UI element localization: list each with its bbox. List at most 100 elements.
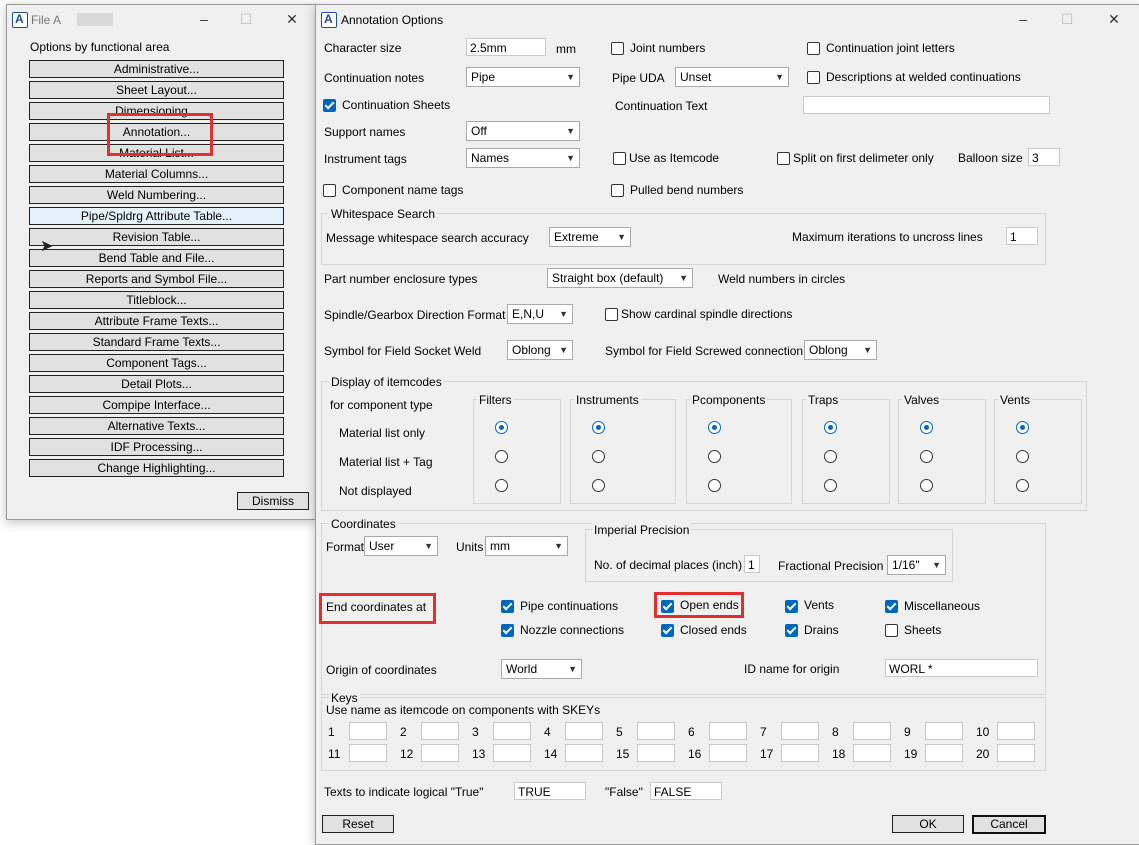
id-name-input[interactable]: WORL * [885,659,1038,677]
functional-area-button[interactable]: Change Highlighting... [29,459,284,477]
key-input[interactable] [853,722,891,740]
socket-weld-select[interactable]: Oblong ▼ [507,340,573,360]
cancel-button[interactable]: Cancel [972,815,1046,834]
key-input[interactable] [421,744,459,762]
balloon-size-input[interactable]: 3 [1028,148,1060,166]
minimize-icon[interactable]: – [1012,11,1034,27]
false-input[interactable]: FALSE [650,782,722,800]
functional-area-button[interactable]: Revision Table... [29,228,284,246]
functional-area-button[interactable]: Standard Frame Texts... [29,333,284,351]
key-input[interactable] [997,722,1035,740]
true-input[interactable]: TRUE [514,782,586,800]
comp-name-tags-checkbox[interactable] [323,184,336,197]
pulled-bend-checkbox[interactable] [611,184,624,197]
functional-area-button[interactable]: Weld Numbering... [29,186,284,204]
key-input[interactable] [781,744,819,762]
dismiss-button[interactable]: Dismiss [237,492,309,510]
part-enclosure-select[interactable]: Straight box (default) ▼ [547,268,693,288]
cont-text-input[interactable] [803,96,1050,114]
nozzle-connections-checkbox[interactable] [501,624,514,637]
key-input[interactable] [637,744,675,762]
sheets-checkbox[interactable] [885,624,898,637]
closed-ends-checkbox[interactable] [661,624,674,637]
key-input[interactable] [781,722,819,740]
functional-area-button[interactable]: Sheet Layout... [29,81,284,99]
itemcode-radio[interactable] [495,450,508,463]
drains-checkbox[interactable] [785,624,798,637]
itemcode-radio[interactable] [592,450,605,463]
functional-area-button[interactable]: Attribute Frame Texts... [29,312,284,330]
pipe-uda-select[interactable]: Unset ▼ [675,67,789,87]
cont-notes-select[interactable]: Pipe ▼ [466,67,580,87]
max-iter-input[interactable]: 1 [1006,227,1038,245]
itemcode-radio[interactable] [824,479,837,492]
origin-select[interactable]: World ▼ [501,659,582,679]
key-input[interactable] [565,744,603,762]
key-input[interactable] [493,744,531,762]
key-input[interactable] [997,744,1035,762]
ws-accuracy-select[interactable]: Extreme ▼ [549,227,631,247]
minimize-icon[interactable]: – [193,11,215,27]
close-icon[interactable]: ✕ [281,11,303,28]
itemcode-radio[interactable] [592,479,605,492]
joint-numbers-checkbox[interactable] [611,42,624,55]
spindle-select[interactable]: E,N,U ▼ [507,304,573,324]
show-cardinal-checkbox[interactable] [605,308,618,321]
screwed-select[interactable]: Oblong ▼ [804,340,877,360]
itemcode-radio[interactable] [708,421,721,434]
functional-area-button[interactable]: Pipe/Spldrg Attribute Table... [29,207,284,225]
instr-tags-select[interactable]: Names ▼ [466,148,580,168]
functional-area-button[interactable]: Administrative... [29,60,284,78]
key-input[interactable] [493,722,531,740]
support-names-select[interactable]: Off ▼ [466,121,580,141]
key-input[interactable] [349,722,387,740]
maximize-icon[interactable]: ☐ [235,11,257,28]
char-size-input[interactable]: 2.5mm [466,38,546,56]
functional-area-button[interactable]: IDF Processing... [29,438,284,456]
itemcode-radio[interactable] [824,421,837,434]
key-input[interactable] [421,722,459,740]
key-input[interactable] [853,744,891,762]
functional-area-button[interactable]: Titleblock... [29,291,284,309]
miscellaneous-checkbox[interactable] [885,600,898,613]
functional-area-button[interactable]: Detail Plots... [29,375,284,393]
key-input[interactable] [925,722,963,740]
desc-welded-checkbox[interactable] [807,71,820,84]
functional-area-button[interactable]: Component Tags... [29,354,284,372]
fractional-select[interactable]: 1/16" ▼ [887,555,946,575]
decimal-places-input[interactable]: 1 [744,555,760,573]
itemcode-radio[interactable] [920,450,933,463]
functional-area-button[interactable]: Alternative Texts... [29,417,284,435]
key-input[interactable] [349,744,387,762]
itemcode-radio[interactable] [708,450,721,463]
cont-sheets-checkbox[interactable] [323,99,336,112]
itemcode-radio[interactable] [920,479,933,492]
itemcode-radio[interactable] [592,421,605,434]
close-icon[interactable]: ✕ [1103,11,1125,28]
key-input[interactable] [709,744,747,762]
key-input[interactable] [925,744,963,762]
reset-button[interactable]: Reset [322,815,394,833]
key-input[interactable] [637,722,675,740]
key-input[interactable] [565,722,603,740]
itemcode-radio[interactable] [708,479,721,492]
functional-area-button[interactable]: Compipe Interface... [29,396,284,414]
key-input[interactable] [709,722,747,740]
vents-checkbox[interactable] [785,600,798,613]
use-as-itemcode-checkbox[interactable] [613,152,626,165]
ok-button[interactable]: OK [892,815,964,833]
split-first-checkbox[interactable] [777,152,790,165]
format-select[interactable]: User ▼ [364,536,438,556]
maximize-icon[interactable]: ☐ [1056,11,1078,28]
itemcode-radio[interactable] [495,479,508,492]
functional-area-button[interactable]: Material Columns... [29,165,284,183]
itemcode-radio[interactable] [824,450,837,463]
itemcode-radio[interactable] [495,421,508,434]
units-select[interactable]: mm ▼ [485,536,568,556]
pipe-continuations-checkbox[interactable] [501,600,514,613]
itemcode-radio[interactable] [1016,479,1029,492]
functional-area-button[interactable]: Bend Table and File... [29,249,284,267]
cont-joint-letters-checkbox[interactable] [807,42,820,55]
itemcode-radio[interactable] [920,421,933,434]
functional-area-button[interactable]: Reports and Symbol File... [29,270,284,288]
